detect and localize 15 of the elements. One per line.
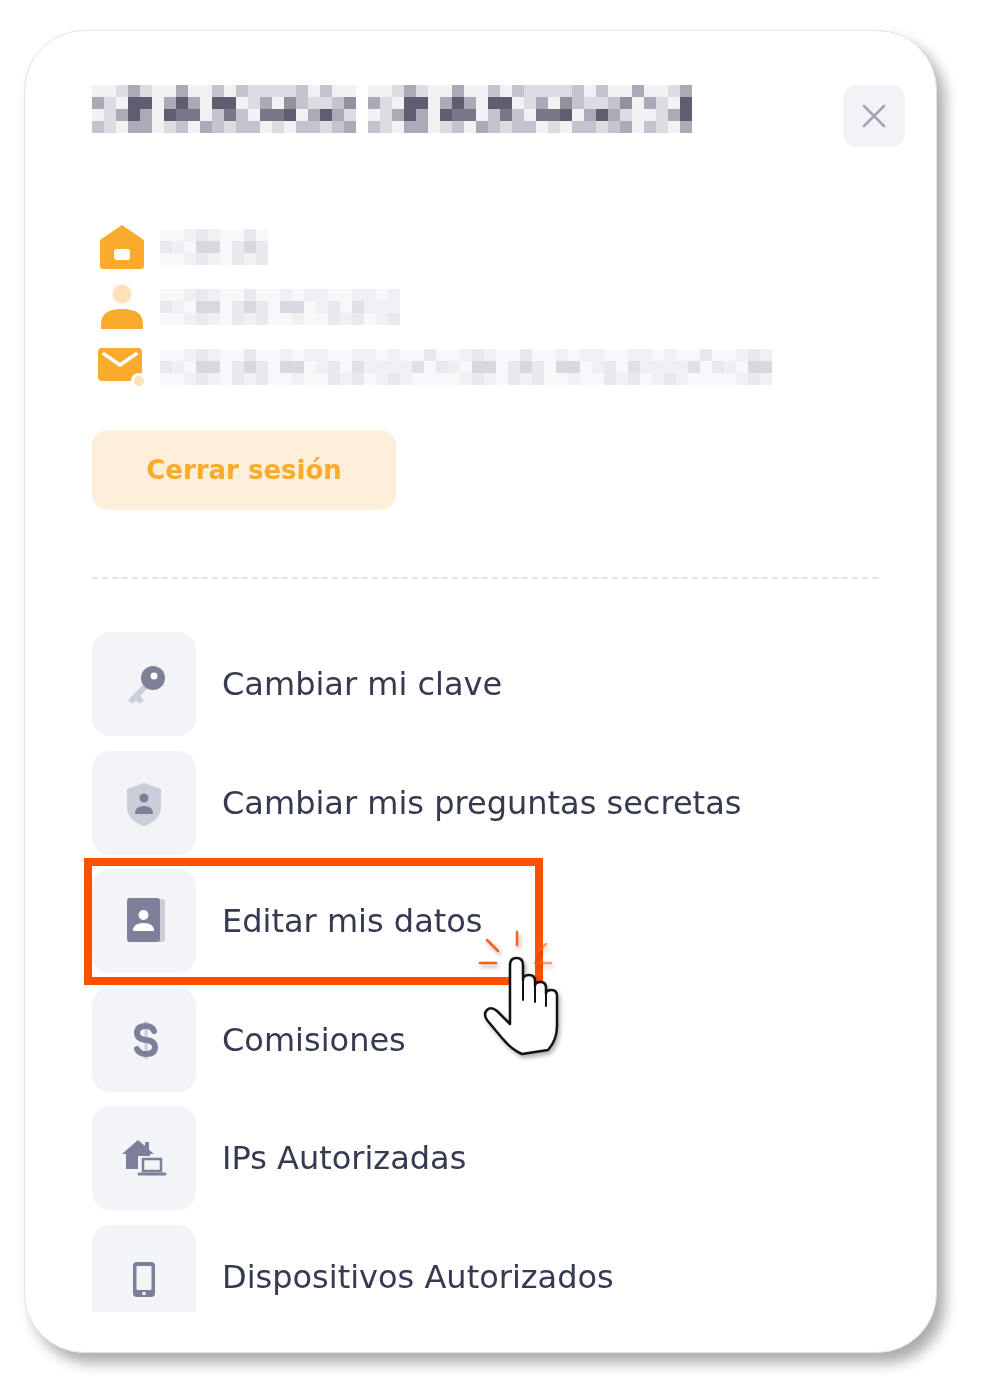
key-icon: [92, 632, 196, 736]
shield-user-icon: [92, 750, 196, 855]
contact-card-icon: [92, 869, 196, 973]
dollar-icon: [92, 987, 196, 1092]
menu-item[interactable]: Cambiar mi clave: [92, 632, 503, 736]
menu-item[interactable]: Cambiar mis preguntas secretas: [92, 750, 742, 855]
close-icon: [862, 104, 886, 128]
phone-icon: [92, 1224, 196, 1312]
menu-item[interactable]: Comisiones: [92, 987, 406, 1092]
menu-item[interactable]: IPs Autorizadas: [92, 1106, 467, 1210]
menu-item[interactable]: Editar mis datos: [92, 869, 483, 973]
home-icon: [97, 224, 147, 270]
close-button[interactable]: [843, 85, 905, 147]
house-laptop-icon: [92, 1106, 196, 1210]
menu-item[interactable]: Dispositivos Autorizados: [92, 1224, 614, 1312]
